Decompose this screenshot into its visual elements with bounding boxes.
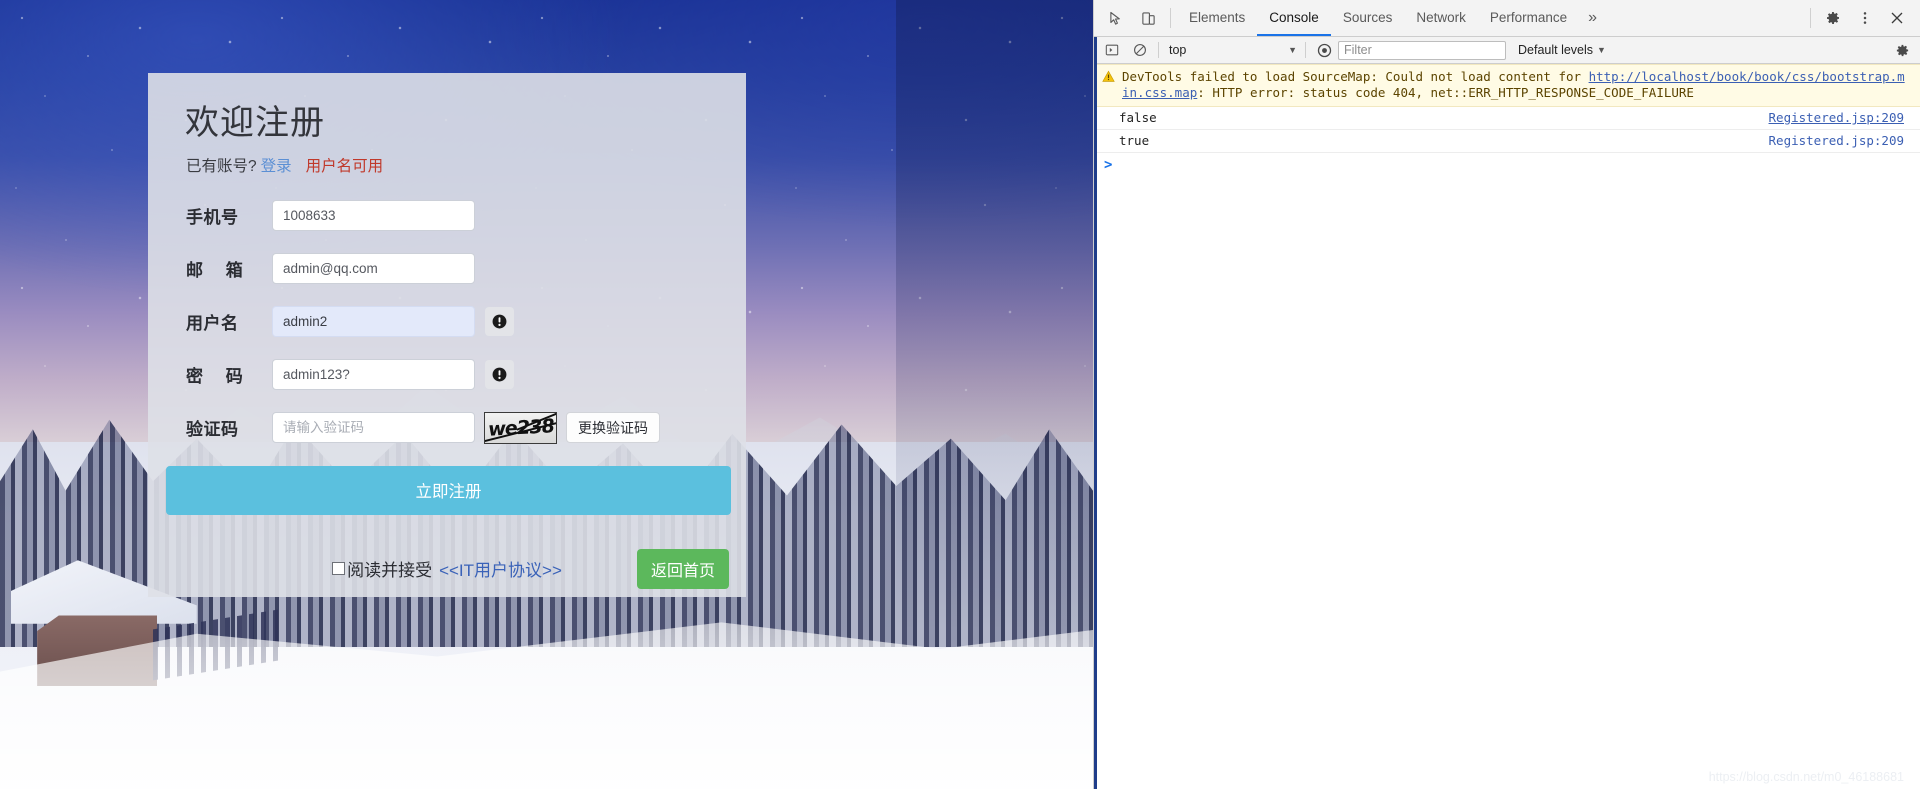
devtools-tabbar: Elements Console Sources Network Perform… bbox=[1094, 0, 1920, 37]
form-row-phone: 手机号 bbox=[166, 199, 728, 231]
console-log-source-link[interactable]: Registered.jsp:209 bbox=[1769, 110, 1904, 126]
login-link[interactable]: 登录 bbox=[261, 158, 292, 175]
agreement-checkbox[interactable] bbox=[332, 562, 346, 576]
gear-icon[interactable] bbox=[1817, 0, 1849, 36]
tab-elements[interactable]: Elements bbox=[1177, 0, 1257, 36]
console-filter-input[interactable] bbox=[1338, 40, 1506, 60]
log-levels-label: Default levels bbox=[1518, 43, 1594, 57]
toggle-console-sidebar-icon[interactable] bbox=[1098, 43, 1126, 57]
close-icon[interactable] bbox=[1881, 0, 1913, 36]
info-exclamation-icon bbox=[492, 314, 507, 329]
refresh-captcha-button[interactable]: 更换验证码 bbox=[566, 412, 660, 444]
label-username: 用户名 bbox=[186, 313, 239, 333]
form-row-username: 用户名 bbox=[166, 305, 728, 337]
console-toolbar: top ▼ Default levels ▼ bbox=[1094, 37, 1920, 64]
toolbar-divider bbox=[1810, 8, 1811, 28]
console-log-source-link[interactable]: Registered.jsp:209 bbox=[1769, 133, 1904, 149]
label-email: 邮 箱 bbox=[186, 260, 252, 280]
console-warning-message[interactable]: DevTools failed to load SourceMap: Could… bbox=[1094, 64, 1920, 107]
agreement-text: 阅读并接受 bbox=[347, 561, 433, 581]
card-footer: 阅读并接受 <<IT用户协议>> 返回首页 bbox=[148, 541, 746, 597]
more-tabs-icon[interactable]: » bbox=[1579, 0, 1606, 36]
console-log-text: true bbox=[1119, 133, 1150, 148]
console-log-text: false bbox=[1119, 110, 1157, 125]
captcha-image[interactable]: we238 bbox=[484, 411, 557, 444]
agreement-row: 阅读并接受 <<IT用户协议>> bbox=[332, 556, 562, 581]
label-password: 密 码 bbox=[186, 366, 252, 386]
watermark-text: https://blog.csdn.net/m0_46188681 bbox=[1708, 770, 1904, 784]
label-phone: 手机号 bbox=[186, 207, 239, 227]
prompt-chevron-icon: > bbox=[1104, 157, 1113, 173]
warning-suffix: : HTTP error: status code 404, net::ERR_… bbox=[1197, 85, 1694, 100]
clear-console-icon[interactable] bbox=[1126, 43, 1154, 57]
tab-performance[interactable]: Performance bbox=[1478, 0, 1579, 36]
toolbar-divider bbox=[1305, 42, 1306, 58]
username-info-button[interactable] bbox=[485, 306, 514, 336]
toolbar-divider bbox=[1158, 42, 1159, 58]
register-submit-button[interactable]: 立即注册 bbox=[166, 465, 731, 515]
inspect-element-icon[interactable] bbox=[1100, 0, 1132, 36]
chevron-down-icon: ▼ bbox=[1597, 45, 1606, 55]
password-input[interactable] bbox=[272, 358, 475, 390]
more-options-icon[interactable] bbox=[1849, 0, 1881, 36]
username-input[interactable] bbox=[272, 305, 475, 337]
execution-context-value: top bbox=[1169, 43, 1187, 57]
console-settings-gear-icon[interactable] bbox=[1888, 43, 1916, 58]
form-row-password: 密 码 bbox=[166, 358, 728, 390]
console-log-row[interactable]: false Registered.jsp:209 bbox=[1094, 107, 1920, 130]
warning-triangle-icon bbox=[1102, 70, 1115, 101]
password-info-button[interactable] bbox=[485, 359, 514, 389]
tab-network[interactable]: Network bbox=[1404, 0, 1478, 36]
phone-input[interactable] bbox=[272, 199, 475, 231]
toolbar-divider bbox=[1170, 8, 1171, 28]
console-live-expression-icon[interactable] bbox=[1310, 43, 1338, 58]
captcha-image-text: we238 bbox=[486, 415, 555, 441]
tabbar-spacer bbox=[1606, 0, 1804, 36]
account-hint-row: 已有账号? 登录 用户名可用 bbox=[166, 154, 728, 176]
registration-card: 欢迎注册 已有账号?登录用户名可用 手机号 邮 箱 用户名 bbox=[148, 73, 746, 597]
devtools-left-rail bbox=[1094, 37, 1097, 789]
label-captcha: 验证码 bbox=[186, 420, 239, 440]
username-status-message: 用户名可用 bbox=[305, 157, 384, 175]
devtools-panel: Elements Console Sources Network Perform… bbox=[1093, 0, 1920, 789]
tab-sources[interactable]: Sources bbox=[1331, 0, 1405, 36]
browser-viewport: 欢迎注册 已有账号?登录用户名可用 手机号 邮 箱 用户名 bbox=[0, 0, 1093, 789]
tab-console[interactable]: Console bbox=[1257, 0, 1331, 36]
captcha-input[interactable] bbox=[272, 412, 475, 444]
email-input[interactable] bbox=[272, 252, 475, 284]
console-log-row[interactable]: true Registered.jsp:209 bbox=[1094, 130, 1920, 153]
back-home-button[interactable]: 返回首页 bbox=[636, 548, 729, 589]
console-messages-list: DevTools failed to load SourceMap: Could… bbox=[1094, 64, 1920, 789]
device-toolbar-icon[interactable] bbox=[1132, 0, 1164, 36]
log-levels-select[interactable]: Default levels ▼ bbox=[1518, 43, 1606, 57]
have-account-text: 已有账号? bbox=[186, 157, 257, 175]
info-exclamation-icon bbox=[492, 367, 507, 382]
form-row-captcha: 验证码 we238 更换验证码 bbox=[166, 411, 728, 444]
page-title: 欢迎注册 bbox=[185, 104, 325, 142]
form-row-email: 邮 箱 bbox=[166, 252, 728, 284]
warning-message-body: DevTools failed to load SourceMap: Could… bbox=[1122, 69, 1912, 101]
chevron-down-icon: ▼ bbox=[1288, 45, 1297, 55]
warning-prefix: DevTools failed to load SourceMap: Could… bbox=[1122, 69, 1589, 84]
devtools-tabbar-actions bbox=[1804, 0, 1920, 36]
user-agreement-link[interactable]: <<IT用户协议>> bbox=[439, 556, 562, 581]
execution-context-select[interactable]: top ▼ bbox=[1163, 41, 1301, 60]
console-prompt-row[interactable]: > bbox=[1094, 153, 1920, 177]
